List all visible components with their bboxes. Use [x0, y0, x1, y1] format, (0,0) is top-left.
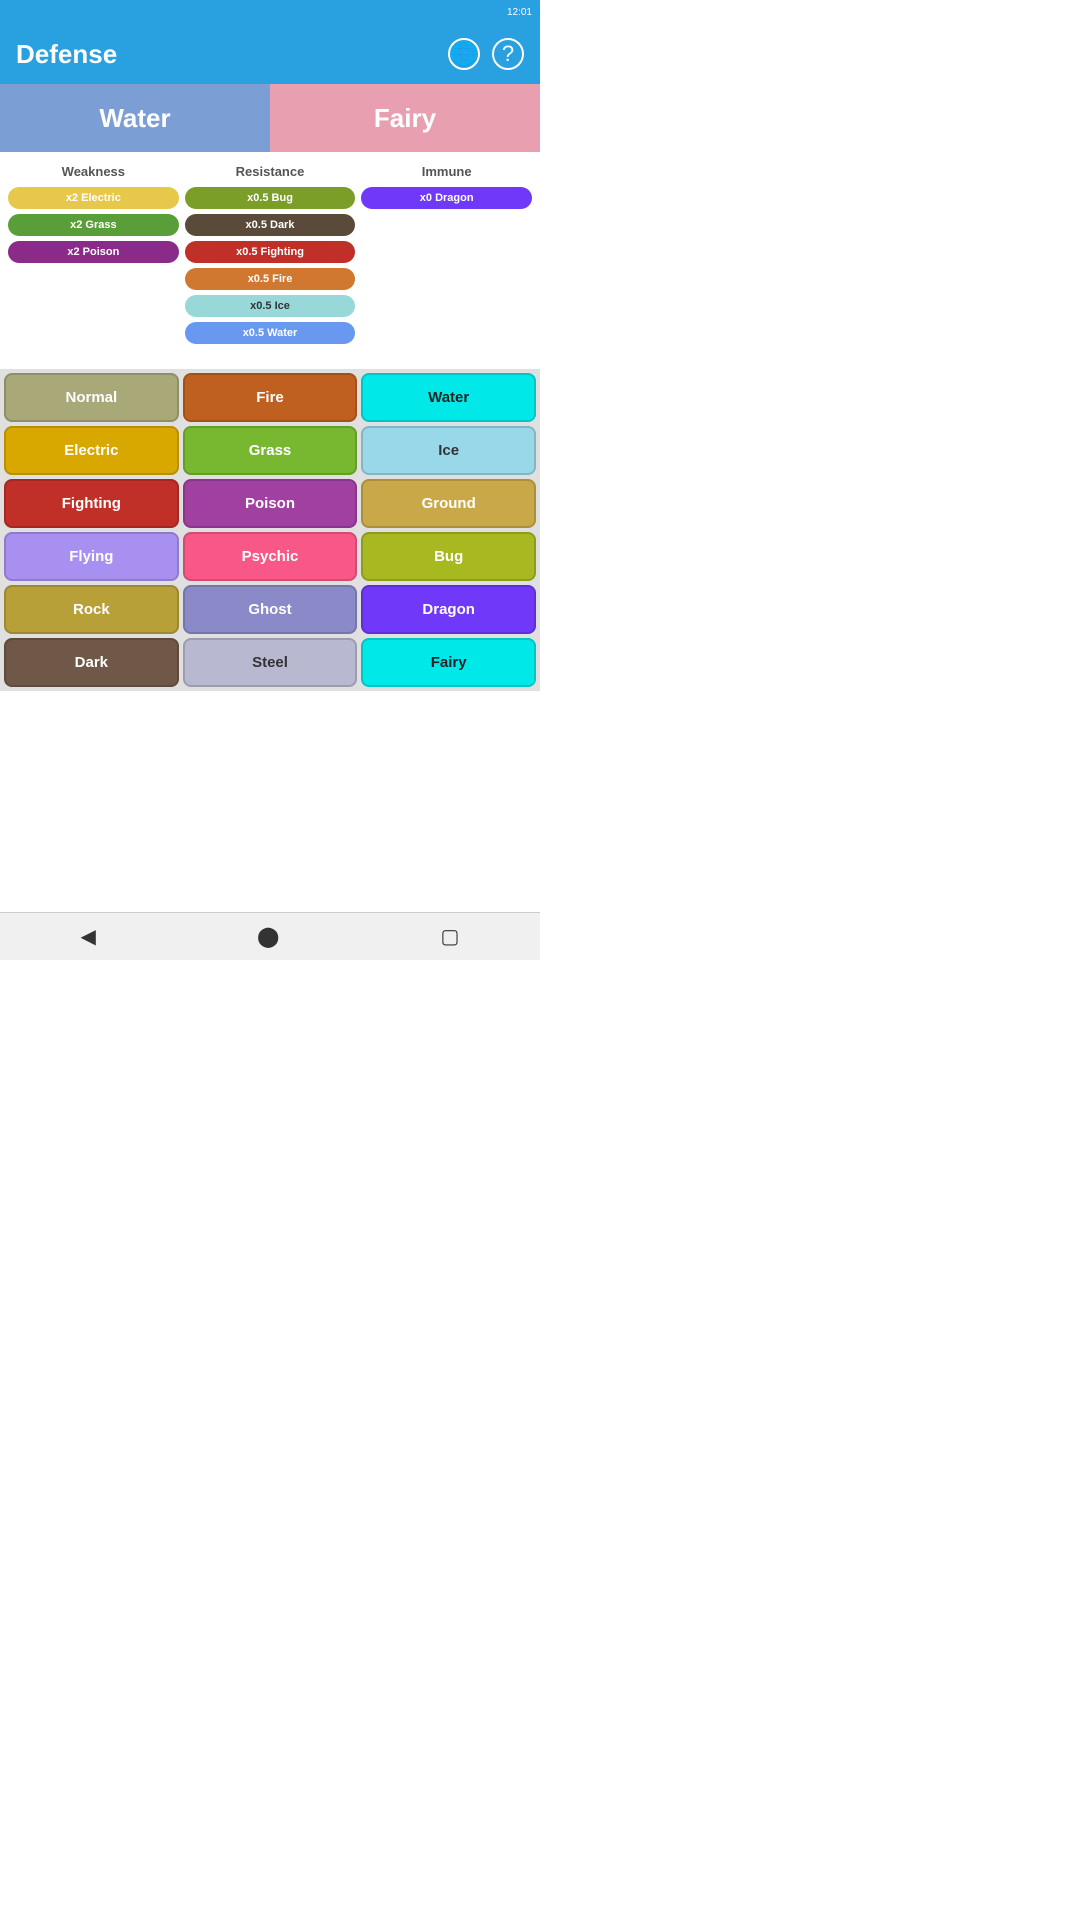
resistance-bug[interactable]: x0.5 Bug — [185, 187, 356, 209]
type-grid-btn-electric[interactable]: Electric — [4, 426, 179, 475]
type-grid-btn-bug[interactable]: Bug — [361, 532, 536, 581]
type-grid-btn-dark[interactable]: Dark — [4, 638, 179, 687]
weakness-poison[interactable]: x2 Poison — [8, 241, 179, 263]
resistance-fire[interactable]: x0.5 Fire — [185, 268, 356, 290]
type-grid-btn-fire[interactable]: Fire — [183, 373, 358, 422]
type-grid-btn-fighting[interactable]: Fighting — [4, 479, 179, 528]
resistance-column: Resistance x0.5 Bug x0.5 Dark x0.5 Fight… — [185, 164, 356, 349]
type-grid-btn-dragon[interactable]: Dragon — [361, 585, 536, 634]
resistance-ice[interactable]: x0.5 Ice — [185, 295, 356, 317]
help-icon[interactable]: ? — [492, 38, 524, 70]
type-grid-btn-fairy[interactable]: Fairy — [361, 638, 536, 687]
resistance-header: Resistance — [185, 164, 356, 179]
status-time: 12:01 — [507, 7, 532, 18]
weakness-column: Weakness x2 Electric x2 Grass x2 Poison — [8, 164, 179, 349]
type-button-fairy[interactable]: Fairy — [270, 84, 540, 152]
weakness-header: Weakness — [8, 164, 179, 179]
weakness-electric[interactable]: x2 Electric — [8, 187, 179, 209]
immune-column: Immune x0 Dragon — [361, 164, 532, 349]
recents-button[interactable]: ▢ — [441, 924, 460, 949]
type-grid-btn-water[interactable]: Water — [361, 373, 536, 422]
type-grid-btn-steel[interactable]: Steel — [183, 638, 358, 687]
defense-columns: Weakness x2 Electric x2 Grass x2 Poison … — [8, 164, 532, 349]
app-header: Defense 🌐 ? — [0, 24, 540, 84]
header-icons: 🌐 ? — [448, 38, 524, 70]
globe-icon[interactable]: 🌐 — [448, 38, 480, 70]
resistance-dark[interactable]: x0.5 Dark — [185, 214, 356, 236]
home-button[interactable]: ⬤ — [257, 924, 279, 949]
resistance-water[interactable]: x0.5 Water — [185, 322, 356, 344]
navigation-bar: ◀ ⬤ ▢ — [0, 912, 540, 960]
status-bar: 12:01 — [0, 0, 540, 24]
type-grid-btn-ice[interactable]: Ice — [361, 426, 536, 475]
resistance-fighting[interactable]: x0.5 Fighting — [185, 241, 356, 263]
type-grid-btn-rock[interactable]: Rock — [4, 585, 179, 634]
type-grid-btn-normal[interactable]: Normal — [4, 373, 179, 422]
type-grid-btn-grass[interactable]: Grass — [183, 426, 358, 475]
type-grid: NormalFireWater ElectricGrassIce FightingP… — [0, 369, 540, 691]
defense-info: Weakness x2 Electric x2 Grass x2 Poison … — [0, 152, 540, 361]
type-grid-btn-ground[interactable]: Ground — [361, 479, 536, 528]
immune-dragon[interactable]: x0 Dragon — [361, 187, 532, 209]
immune-header: Immune — [361, 164, 532, 179]
type-selector: Water Fairy — [0, 84, 540, 152]
type-grid-btn-flying[interactable]: Flying — [4, 532, 179, 581]
back-button[interactable]: ◀ — [81, 924, 96, 949]
page-title: Defense — [16, 39, 117, 70]
weakness-grass[interactable]: x2 Grass — [8, 214, 179, 236]
type-grid-btn-ghost[interactable]: Ghost — [183, 585, 358, 634]
type-grid-btn-poison[interactable]: Poison — [183, 479, 358, 528]
type-grid-btn-psychic[interactable]: Psychic — [183, 532, 358, 581]
type-button-water[interactable]: Water — [0, 84, 270, 152]
